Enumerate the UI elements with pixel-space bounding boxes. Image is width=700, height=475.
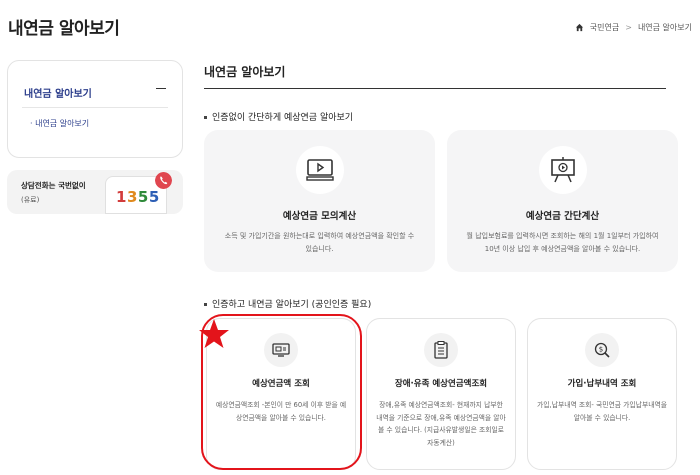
sidebar-menu-title[interactable]: 내연금 알아보기 [24, 85, 92, 100]
video-monitor-icon [295, 146, 344, 194]
section-title-auth: 인증하고 내연금 알아보기 (공인인증 필요) [204, 297, 371, 310]
section-title-text: 인증없이 간단하게 예상연금 알아보기 [212, 113, 354, 123]
card-simulation[interactable]: 예상연금 모의계산 소득 및 가입기간을 원하는대로 입력하여 예상연금액을 확… [204, 130, 435, 272]
card-desc: 가입,납부내역 조회- 국민연금 가입납부내역을 알아볼 수 있습니다. [537, 401, 667, 422]
phone-icon [155, 172, 172, 189]
coin-search-icon: $ [585, 333, 619, 367]
bullet-icon [204, 303, 207, 306]
phone-digit: 3 [126, 188, 138, 206]
card-title: 가입·납부내역 조회 [567, 379, 637, 389]
phone-digit: 5 [137, 188, 149, 206]
card-payment-history[interactable]: $ 가입·납부내역 조회 가입,납부내역 조회- 국민연금 가입납부내역을 알아… [527, 318, 677, 470]
section-title-text: 인증하고 내연금 알아보기 (공인인증 필요) [212, 300, 372, 310]
call-fee-note: (유료) [21, 196, 40, 204]
call-label: 상담전화는 국번없이 [21, 181, 86, 190]
home-icon[interactable] [575, 23, 584, 32]
sidebar-menu: 내연금 알아보기 [7, 60, 183, 158]
clipboard-list-icon [424, 333, 458, 367]
page-title: 내연금 알아보기 [8, 19, 120, 39]
breadcrumb-current[interactable]: 내연금 알아보기 [638, 22, 692, 33]
bullet-icon [204, 116, 207, 119]
svg-text:$: $ [599, 346, 603, 354]
card-title: 예상연금 모의계산 [282, 211, 357, 222]
presentation-board-icon [538, 146, 587, 194]
phone-number: 1355 [116, 188, 160, 206]
card-desc: 소득 및 가입기간을 원하는대로 입력하여 예상연금액을 확인할 수 있습니다. [224, 232, 415, 253]
star-icon [199, 319, 229, 348]
phone-digit: 1 [116, 188, 127, 206]
main-title: 내연금 알아보기 [204, 65, 286, 79]
phone-digit: 5 [148, 188, 160, 206]
sidebar-divider [22, 107, 168, 108]
breadcrumb-home[interactable]: 국민연금 [590, 22, 619, 33]
breadcrumb: 국민연금 > 내연금 알아보기 [575, 22, 692, 33]
sidebar-item-pension[interactable]: · 내연금 알아보기 [30, 118, 89, 129]
section-title-no-auth: 인증없이 간단하게 예상연금 알아보기 [204, 110, 353, 123]
card-desc: 월 납입보험료를 입력하시면 조회하는 해의 1월 1일부터 가입하여 10년 … [466, 232, 659, 253]
card-desc: 장애,유족 예상연금액조회- 현재까지 납부한 내역을 기준으로 장애,유족 예… [376, 401, 506, 447]
collapse-icon[interactable] [156, 83, 166, 93]
title-divider [204, 88, 666, 89]
card-simple-calc[interactable]: 예상연금 간단계산 월 납입보험료를 입력하시면 조회하는 해의 1월 1일부터… [447, 130, 678, 272]
chevron-right-icon: > [625, 23, 632, 32]
card-title: 예상연금 간단계산 [525, 211, 600, 222]
card-title: 장애·유족 예상연금액조회 [394, 379, 488, 389]
card-disability-survivor[interactable]: 장애·유족 예상연금액조회 장애,유족 예상연금액조회- 현재까지 납부한 내역… [366, 318, 516, 470]
